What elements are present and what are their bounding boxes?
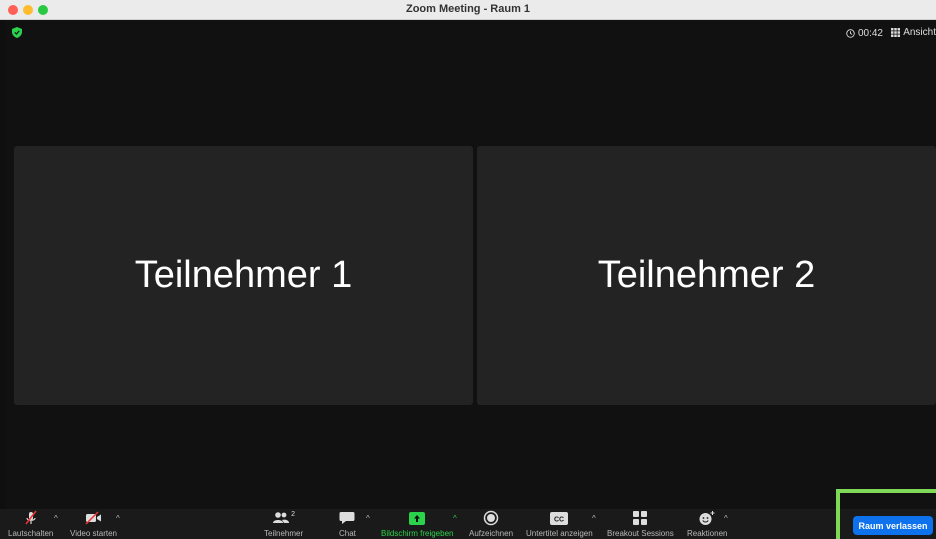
participant-tile-2[interactable]: Teilnehmer 2 [477, 146, 936, 405]
start-video-button[interactable]: Video starten [70, 509, 117, 539]
participant-name-2: Teilnehmer 2 [597, 254, 816, 296]
video-camera-off-icon [84, 511, 101, 525]
clock-icon [846, 29, 855, 38]
window-title: Zoom Meeting - Raum 1 [405, 3, 531, 15]
view-label: Ansicht [903, 27, 936, 38]
meeting-timer: 00:42 [846, 28, 883, 39]
record-button[interactable]: Aufzeichnen [469, 509, 513, 539]
reactions-label: Reaktionen [687, 529, 728, 538]
participant-tile-1[interactable]: Teilnehmer 1 [14, 146, 473, 405]
video-label: Video starten [70, 529, 117, 538]
reactions-button[interactable]: Reaktionen [687, 509, 727, 539]
participants-count: 2 [291, 511, 296, 518]
captions-options-caret[interactable]: ^ [592, 514, 596, 523]
microphone-muted-icon [25, 510, 37, 525]
meeting-stage: 00:42 Ansicht Teilnehmer 1 Teilnehmer 2 [6, 20, 936, 509]
chat-label: Chat [339, 529, 356, 538]
share-screen-button[interactable]: Bildschirm freigeben [381, 509, 453, 539]
share-screen-icon [409, 511, 426, 525]
mute-button[interactable]: Lautschalten [8, 509, 53, 539]
record-label: Aufzeichnen [469, 529, 514, 538]
captions-label: Untertitel anzeigen [526, 529, 593, 538]
participants-icon [273, 512, 290, 523]
chat-bubble-icon [339, 512, 355, 524]
reactions-options-caret[interactable]: ^ [724, 514, 728, 523]
grid-icon [891, 28, 901, 37]
leave-room-button[interactable]: Raum verlassen [853, 516, 933, 535]
chat-button[interactable]: Chat [339, 509, 356, 539]
chat-options-caret[interactable]: ^ [366, 514, 370, 523]
emoji-reaction-icon [699, 511, 715, 525]
participants-label: Teilnehmer [264, 529, 304, 538]
breakout-rooms-icon [633, 511, 648, 525]
record-icon [483, 510, 499, 526]
video-options-caret[interactable]: ^ [116, 514, 120, 523]
mute-label: Lautschalten [8, 529, 54, 538]
security-shield-icon[interactable] [12, 27, 22, 38]
breakout-sessions-label: Breakout Sessions [607, 529, 674, 538]
audio-options-caret[interactable]: ^ [54, 514, 58, 523]
view-button[interactable]: Ansicht [891, 27, 936, 38]
captions-button[interactable]: CC Untertitel anzeigen [526, 509, 593, 539]
title-bar: Zoom Meeting - Raum 1 [0, 0, 936, 20]
svg-text:CC: CC [554, 516, 564, 523]
participant-name-1: Teilnehmer 1 [134, 254, 353, 296]
timer-text: 00:42 [857, 28, 883, 39]
share-options-caret[interactable]: ^ [453, 514, 457, 523]
share-screen-label: Bildschirm freigeben [381, 529, 454, 538]
participants-button[interactable]: 2 Teilnehmer [264, 509, 303, 539]
meeting-toolbar: Lautschalten ^ Video starten ^ 2 Teilneh… [0, 509, 936, 539]
breakout-sessions-button[interactable]: Breakout Sessions [607, 509, 674, 539]
closed-captions-icon: CC [550, 511, 569, 525]
